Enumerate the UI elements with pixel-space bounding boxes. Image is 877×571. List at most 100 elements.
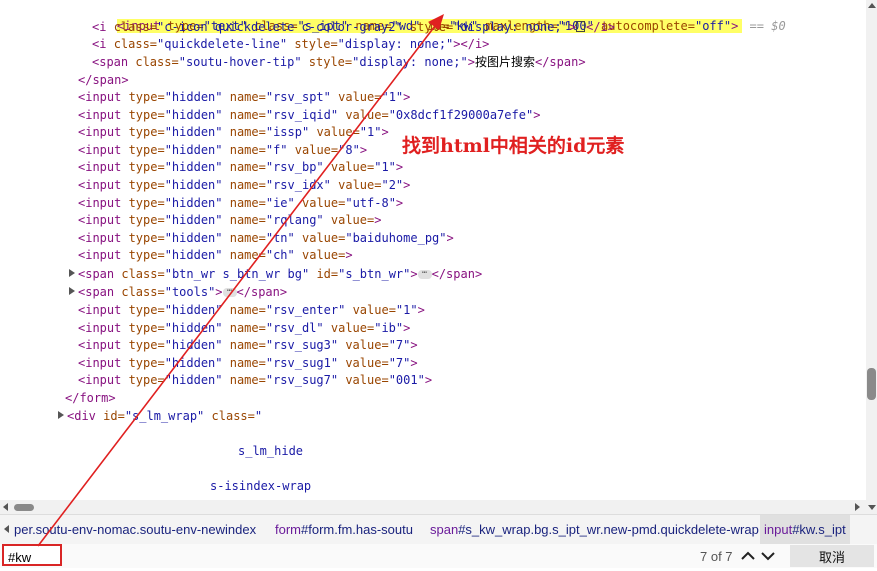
attr-name: class= <box>204 409 255 423</box>
tag-open: <i <box>92 20 114 34</box>
attr-name: value= <box>345 303 396 317</box>
breadcrumb-item-active[interactable]: input#kw.s_ipt <box>760 515 850 544</box>
breadcrumb-item[interactable]: span#s_kw_wrap.bg.s_ipt_wr.new-pmd.quick… <box>430 522 759 537</box>
attr-value: "hidden" <box>164 320 223 335</box>
tag-open: <input <box>78 230 129 245</box>
attr-name: value= <box>330 178 382 192</box>
dom-node-hidden-input[interactable]: <input type="hidden" name="tn" value="ba… <box>78 230 454 247</box>
attr-value: "baiduhome_pg" <box>345 230 447 245</box>
attr-name: class= <box>121 285 165 299</box>
dom-node-span-close[interactable]: </span> <box>78 72 129 89</box>
attr-value: "hidden" <box>164 230 223 245</box>
attr-value: "1" <box>381 90 404 104</box>
attr-name: type= <box>128 230 165 245</box>
vertical-scroll-thumb[interactable] <box>867 368 876 400</box>
dom-node-span-tools[interactable]: <span class="tools"> ⋯ </span> <box>78 284 287 301</box>
find-next-button[interactable] <box>759 546 777 566</box>
tag-open: <input <box>78 142 129 157</box>
horizontal-scroll-thumb[interactable] <box>14 504 34 511</box>
breadcrumb-scroll-left-icon[interactable] <box>4 525 9 533</box>
attr-name: type= <box>128 160 165 175</box>
dom-node-selected-input[interactable]: <input type="text" class="s_ipt" name="w… <box>88 1 786 33</box>
attr-name: name= <box>222 178 266 192</box>
dom-node-hidden-input[interactable]: <input type="hidden" name="f" value="8"> <box>78 142 367 159</box>
dom-node-hidden-input[interactable]: <input type="hidden" name="rsv_sug7" val… <box>78 372 432 389</box>
dom-node-hidden-input[interactable]: <input type="hidden" name="issp" value="… <box>78 124 389 141</box>
attr-value: "btn_wr s_btn_wr bg" <box>164 267 310 281</box>
attr-name: type= <box>128 107 165 122</box>
attr-name: type= <box>128 125 165 140</box>
scroll-right-icon[interactable] <box>855 503 860 511</box>
dom-node-hidden-input[interactable]: <input type="hidden" name="ch" value=> <box>78 247 353 264</box>
dom-node-hidden-input[interactable]: <input type="hidden" name="rsv_iqid" val… <box>78 107 540 124</box>
dom-node-i-quickdelete-line[interactable]: <i class="quickdelete-line" style="displ… <box>92 36 489 53</box>
dom-node-hidden-input[interactable]: <input type="hidden" name="rsv_idx" valu… <box>78 177 410 194</box>
attr-name: name= <box>222 213 266 228</box>
attr-value: "hidden" <box>164 195 223 210</box>
attr-value: "hidden" <box>164 142 223 157</box>
crumb-selector: #kw.s_ipt <box>792 522 846 537</box>
attr-name: value= <box>323 213 375 228</box>
scroll-up-icon[interactable] <box>868 3 876 8</box>
find-input[interactable] <box>8 549 58 565</box>
attr-name: value= <box>323 320 375 335</box>
dom-node-hidden-input[interactable]: <input type="hidden" name="ie" value="ut… <box>78 195 403 212</box>
breadcrumb-item[interactable]: per.soutu-env-nomac.soutu-env-newindex <box>14 522 256 537</box>
dom-node-form-close[interactable]: </form> <box>65 390 116 407</box>
expand-triangle-icon[interactable] <box>69 287 75 295</box>
scroll-left-icon[interactable] <box>3 503 8 511</box>
breadcrumb-item[interactable]: form#form.fm.has-soutu <box>275 522 413 537</box>
tag-close: > <box>446 230 454 245</box>
dom-node-hidden-input[interactable]: <input type="hidden" name="rsv_sug3" val… <box>78 337 418 354</box>
attr-name: value= <box>294 230 346 245</box>
attr-name: name= <box>222 230 266 245</box>
tag-close: </span> <box>236 285 288 299</box>
crumb-tag: span <box>430 522 459 537</box>
tag-close: </i> <box>586 20 615 34</box>
collapsed-ellipsis-button[interactable]: ⋯ <box>417 269 432 279</box>
dom-node-hidden-input[interactable]: <input type="hidden" name="rsv_spt" valu… <box>78 89 410 106</box>
tag-close: > <box>381 125 389 140</box>
cancel-button[interactable]: 取消 <box>790 545 874 567</box>
dom-node-hidden-input[interactable]: <input type="hidden" name="rsv_dl" value… <box>78 320 410 337</box>
attr-value: "rsv_sug3" <box>265 338 339 353</box>
attr-value: "rsv_dl" <box>265 320 324 335</box>
chevron-down-icon <box>761 552 775 561</box>
tag-open: <input <box>78 107 129 122</box>
dom-node-span-btn-wr[interactable]: <span class="btn_wr s_btn_wr bg" id="s_b… <box>78 266 482 283</box>
attr-name: class= <box>135 55 179 69</box>
attr-value: "7" <box>388 338 411 353</box>
tag-open: <input <box>78 160 129 175</box>
attr-value: " <box>254 409 263 423</box>
tag-close: > <box>345 248 353 263</box>
dom-node-i-quickdelete[interactable]: <i class="c-icon quickdelete c-color-gra… <box>92 19 615 36</box>
class-value-s-isindex-wrap: s-isindex-wrap <box>210 479 312 493</box>
attr-name: name= <box>222 338 266 353</box>
find-previous-button[interactable] <box>739 546 757 566</box>
attr-name: id= <box>103 409 125 423</box>
tag-open: <i <box>92 37 114 51</box>
dom-node-hidden-input[interactable]: <input type="hidden" name="rqlang" value… <box>78 212 381 229</box>
collapsed-ellipsis-button[interactable]: ⋯ <box>222 287 237 297</box>
dom-node-hidden-input[interactable]: <input type="hidden" name="rsv_sug1" val… <box>78 355 418 372</box>
dom-node-div-lm-wrap[interactable]: <div id="s_lm_wrap" class=" <box>67 408 262 425</box>
expand-triangle-icon[interactable] <box>69 269 75 277</box>
expand-triangle-icon[interactable] <box>58 411 64 419</box>
crumb-tag: input <box>764 522 793 537</box>
attr-name: class= <box>113 20 158 34</box>
vertical-scrollbar[interactable] <box>866 0 877 514</box>
dom-node-hidden-input[interactable]: <input type="hidden" name="rsv_bp" value… <box>78 159 403 176</box>
tag-gt: > <box>568 20 577 34</box>
horizontal-scrollbar[interactable] <box>0 500 866 514</box>
attr-name: value= <box>294 248 346 263</box>
attr-name: style= <box>287 37 338 51</box>
attr-name: type= <box>128 178 165 192</box>
tag-close: > <box>424 373 433 388</box>
dom-node-hidden-input[interactable]: <input type="hidden" name="rsv_enter" va… <box>78 302 425 319</box>
attr-value: "hidden" <box>164 107 223 122</box>
scroll-down-icon[interactable] <box>868 505 876 510</box>
tag-open: <span <box>78 267 122 281</box>
dom-node-span-soutu-tip[interactable]: <span class="soutu-hover-tip" style="dis… <box>92 54 586 71</box>
attr-value: "tn" <box>265 230 295 245</box>
attr-name: value= <box>338 338 389 353</box>
